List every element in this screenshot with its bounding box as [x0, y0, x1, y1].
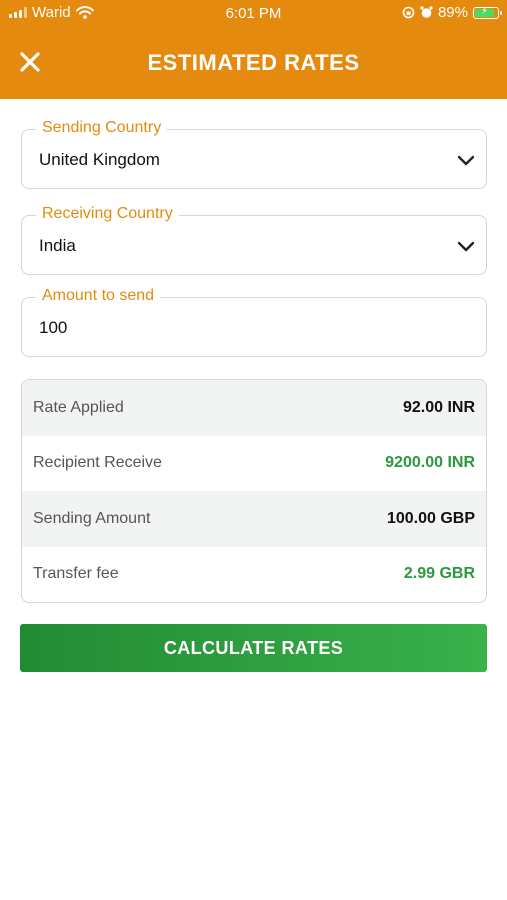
alarm-icon — [420, 6, 433, 18]
status-right: 89% ⚡ — [402, 4, 502, 21]
rate-label: Recipient Receive — [33, 454, 162, 472]
amount-input[interactable]: 100 — [39, 318, 67, 338]
rotation-lock-icon — [402, 6, 415, 19]
receiving-country-select[interactable]: Receiving Country India — [21, 205, 487, 275]
sending-country-select[interactable]: Sending Country United Kingdom — [21, 119, 487, 189]
battery-percent: 89% — [437, 4, 468, 21]
battery-icon: ⚡ — [473, 6, 502, 19]
sending-country-label: Sending Country — [36, 119, 168, 137]
header-bar: ESTIMATED RATES — [0, 26, 507, 99]
rate-row-transfer-fee: Transfer fee 2.99 GBR — [22, 547, 486, 603]
calculate-rates-button[interactable]: CALCULATE RATES — [20, 624, 487, 672]
rate-label: Sending Amount — [33, 509, 151, 527]
rate-value: 92.00 INR — [402, 398, 475, 416]
status-bar: Warid 6:01 PM 89% ⚡ — [0, 0, 507, 26]
rate-value: 9200.00 INR — [385, 454, 475, 472]
chevron-down-icon — [457, 155, 475, 166]
sending-country-value: United Kingdom — [39, 150, 160, 169]
amount-label: Amount to send — [36, 287, 161, 305]
rate-row-sending-amount: Sending Amount 100.00 GBP — [22, 491, 486, 547]
receiving-country-label: Receiving Country — [36, 205, 179, 223]
rate-label: Transfer fee — [33, 565, 119, 583]
chevron-down-icon — [457, 241, 475, 252]
receiving-country-value: India — [39, 236, 76, 255]
rates-table: Rate Applied 92.00 INR Recipient Receive… — [21, 379, 487, 603]
rate-row-recipient-receive: Recipient Receive 9200.00 INR — [22, 436, 486, 492]
amount-field[interactable]: Amount to send 100 — [21, 287, 487, 357]
page-title: ESTIMATED RATES — [147, 50, 360, 75]
rate-value: 100.00 GBP — [386, 509, 475, 527]
rate-value: 2.99 GBR — [403, 565, 475, 583]
rate-label: Rate Applied — [33, 398, 124, 416]
rate-row-rate-applied: Rate Applied 92.00 INR — [22, 380, 486, 436]
